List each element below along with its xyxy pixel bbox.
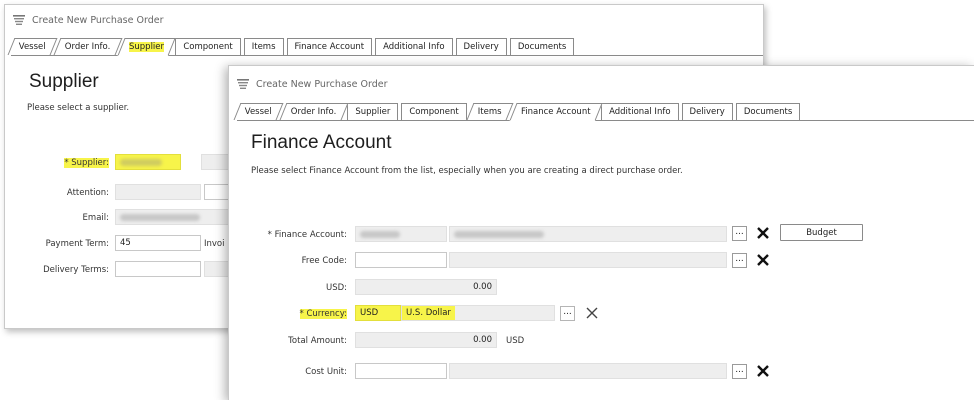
tab-order-info[interactable]: Order Info.: [53, 38, 122, 55]
budget-button[interactable]: Budget: [780, 224, 863, 241]
tab-component[interactable]: Component: [401, 103, 467, 120]
email-label: Email:: [82, 213, 109, 223]
tab-supplier[interactable]: Supplier: [347, 103, 399, 120]
finance-account-name-field: [449, 226, 727, 242]
page-title: Supplier: [29, 71, 99, 92]
tab-bar: Vessel Order Info. Supplier Component It…: [7, 38, 763, 56]
tab-delivery[interactable]: Delivery: [681, 103, 733, 120]
tab-finance-account[interactable]: Finance Account: [508, 103, 602, 121]
browse-dots-icon: ...: [563, 307, 572, 317]
tab-vessel[interactable]: Vessel: [7, 38, 58, 55]
tab-component[interactable]: Component: [175, 38, 241, 55]
total-amount-unit: USD: [506, 336, 525, 346]
supplier-label: * Supplier:: [64, 158, 109, 168]
window-title: Create New Purchase Order: [32, 14, 164, 26]
tab-vessel[interactable]: Vessel: [233, 103, 284, 120]
tab-additional-info[interactable]: Additional Info: [601, 103, 679, 120]
clear-x-icon: [757, 254, 769, 266]
finance-account-label: * Finance Account:: [267, 230, 347, 240]
currency-browse-button[interactable]: ...: [560, 306, 575, 321]
tab-documents[interactable]: Documents: [509, 38, 575, 55]
usd-label: USD:: [325, 283, 347, 293]
finance-account-window: Create New Purchase Order Vessel Order I…: [228, 65, 974, 400]
tab-items[interactable]: Items: [466, 103, 513, 120]
cart-icon: [13, 14, 25, 26]
free-code-label: Free Code:: [301, 256, 347, 266]
finance-account-browse-button[interactable]: ...: [732, 226, 747, 241]
tab-order-info[interactable]: Order Info.: [279, 103, 348, 120]
cost-unit-field[interactable]: [355, 363, 447, 379]
tab-supplier[interactable]: Supplier: [117, 38, 177, 56]
payment-term-label: Payment Term:: [45, 239, 109, 249]
free-code-field[interactable]: [355, 252, 447, 268]
finance-window-titlebar: Create New Purchase Order: [229, 66, 974, 102]
email-field[interactable]: [115, 209, 233, 225]
page-hint: Please select Finance Account from the l…: [251, 166, 683, 176]
currency-code-field[interactable]: USD: [355, 305, 401, 321]
usd-amount-field: 0.00: [355, 279, 497, 295]
tab-additional-info[interactable]: Additional Info: [375, 38, 453, 55]
free-code-name-field: [449, 252, 727, 268]
page-hint: Please select a supplier.: [27, 103, 130, 113]
supplier-field[interactable]: [115, 154, 181, 170]
attention-field[interactable]: [115, 184, 201, 200]
currency-label: * Currency:: [299, 309, 347, 319]
payment-term-suffix: Invoi: [204, 239, 225, 249]
browse-dots-icon: ...: [735, 227, 744, 237]
clear-x-icon: [757, 227, 769, 239]
browse-dots-icon: ...: [735, 365, 744, 375]
clear-x-icon: [586, 307, 598, 319]
cost-unit-name-field: [449, 363, 727, 379]
total-amount-field: 0.00: [355, 332, 497, 348]
cost-unit-label: Cost Unit:: [305, 367, 347, 377]
tab-finance-account[interactable]: Finance Account: [286, 38, 373, 55]
free-code-clear-button[interactable]: [755, 252, 771, 268]
currency-name-field: U.S. Dollar: [401, 305, 555, 321]
clear-x-icon: [757, 365, 769, 377]
supplier-window-titlebar: Create New Purchase Order: [5, 5, 763, 35]
currency-clear-button[interactable]: [584, 305, 600, 321]
finance-account-code-field[interactable]: [355, 226, 447, 242]
tab-bar: Vessel Order Info. Supplier Component It…: [233, 103, 974, 121]
delivery-terms-field[interactable]: [115, 261, 201, 277]
free-code-browse-button[interactable]: ...: [732, 253, 747, 268]
cost-unit-clear-button[interactable]: [755, 363, 771, 379]
attention-label: Attention:: [66, 188, 109, 198]
tab-items[interactable]: Items: [243, 38, 284, 55]
cart-icon: [237, 78, 249, 90]
page-title: Finance Account: [251, 132, 392, 153]
browse-dots-icon: ...: [735, 254, 744, 264]
payment-term-field[interactable]: 45: [115, 235, 201, 251]
tab-documents[interactable]: Documents: [735, 103, 801, 120]
total-amount-label: Total Amount:: [288, 336, 347, 346]
cost-unit-browse-button[interactable]: ...: [732, 364, 747, 379]
finance-account-clear-button[interactable]: [755, 225, 771, 241]
delivery-terms-label: Delivery Terms:: [43, 265, 109, 275]
window-title: Create New Purchase Order: [256, 78, 388, 90]
tab-delivery[interactable]: Delivery: [455, 38, 507, 55]
